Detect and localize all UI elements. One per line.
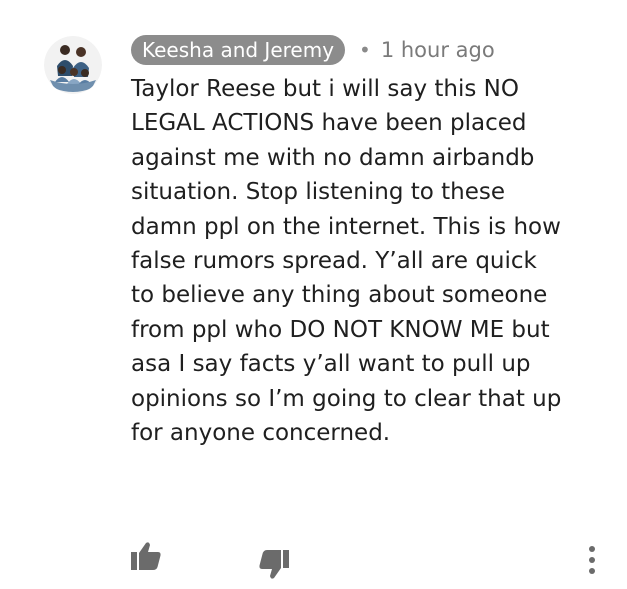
more-options-button[interactable] [580, 543, 604, 577]
more-vertical-icon [580, 543, 604, 577]
thumbs-down-icon [255, 548, 291, 582]
like-button[interactable] [129, 540, 163, 574]
avatar-image [44, 36, 102, 94]
dislike-button[interactable] [255, 548, 291, 582]
separator-dot: • [359, 38, 371, 62]
comment-text: Taylor Reese but i will say this NO LEGA… [131, 76, 562, 447]
comment-timestamp[interactable]: 1 hour ago [381, 38, 495, 62]
comment-header: Keesha and Jeremy • 1 hour ago [131, 33, 495, 67]
thumbs-up-icon [129, 540, 163, 574]
author-name[interactable]: Keesha and Jeremy [131, 35, 346, 65]
avatar[interactable] [44, 36, 102, 94]
